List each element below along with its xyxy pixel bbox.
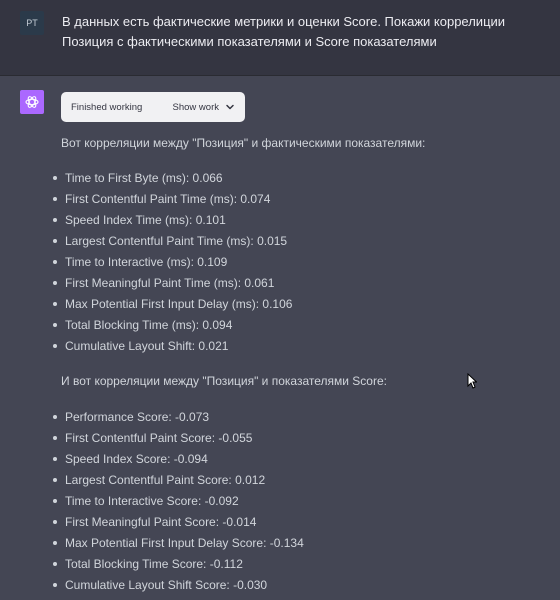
list-item: Performance Score: -0.073: [53, 407, 541, 428]
assistant-message: Вот корреляции между "Позиция" и фактиче…: [53, 133, 541, 596]
chevron-down-icon: [226, 104, 234, 110]
list-item: Speed Index Score: -0.094: [53, 449, 541, 470]
list-item: First Contentful Paint Time (ms): 0.074: [53, 189, 541, 210]
list-item: First Meaningful Paint Score: -0.014: [53, 512, 541, 533]
user-avatar: PT: [20, 11, 44, 35]
list-item: Time to Interactive Score: -0.092: [53, 491, 541, 512]
list-item: Largest Contentful Paint Score: 0.012: [53, 470, 541, 491]
list-item: Cumulative Layout Shift: 0.021: [53, 336, 541, 357]
show-work-label: Show work: [172, 101, 219, 113]
list-item: Max Potential First Input Delay Score: -…: [53, 533, 541, 554]
list-item: Time to Interactive (ms): 0.109: [53, 252, 541, 273]
list-item: Time to First Byte (ms): 0.066: [53, 168, 541, 189]
actual-metrics-list: Time to First Byte (ms): 0.066 First Cont…: [53, 168, 541, 357]
list-item: Largest Contentful Paint Time (ms): 0.01…: [53, 231, 541, 252]
score-metrics-list: Performance Score: -0.073 First Contentfu…: [53, 407, 541, 596]
user-message-text: В данных есть фактические метрики и оцен…: [62, 14, 506, 49]
openai-logo-icon: [20, 90, 44, 114]
list-item: First Contentful Paint Score: -0.055: [53, 428, 541, 449]
list-item: First Meaningful Paint Time (ms): 0.061: [53, 273, 541, 294]
list-item: Speed Index Time (ms): 0.101: [53, 210, 541, 231]
list-item: Max Potential First Input Delay (ms): 0.…: [53, 294, 541, 315]
intro-actual-metrics: Вот корреляции между "Позиция" и фактиче…: [61, 136, 426, 150]
user-message-row: PT В данных есть фактические метрики и о…: [0, 0, 560, 76]
list-item: Total Blocking Time Score: -0.112: [53, 554, 541, 575]
list-item: Total Blocking Time (ms): 0.094: [53, 315, 541, 336]
status-label: Finished working: [71, 101, 143, 113]
mouse-cursor-icon: [467, 373, 477, 389]
show-work-toggle[interactable]: Finished working Show work: [61, 92, 245, 122]
list-item: Cumulative Layout Shift Score: -0.030: [53, 575, 541, 596]
